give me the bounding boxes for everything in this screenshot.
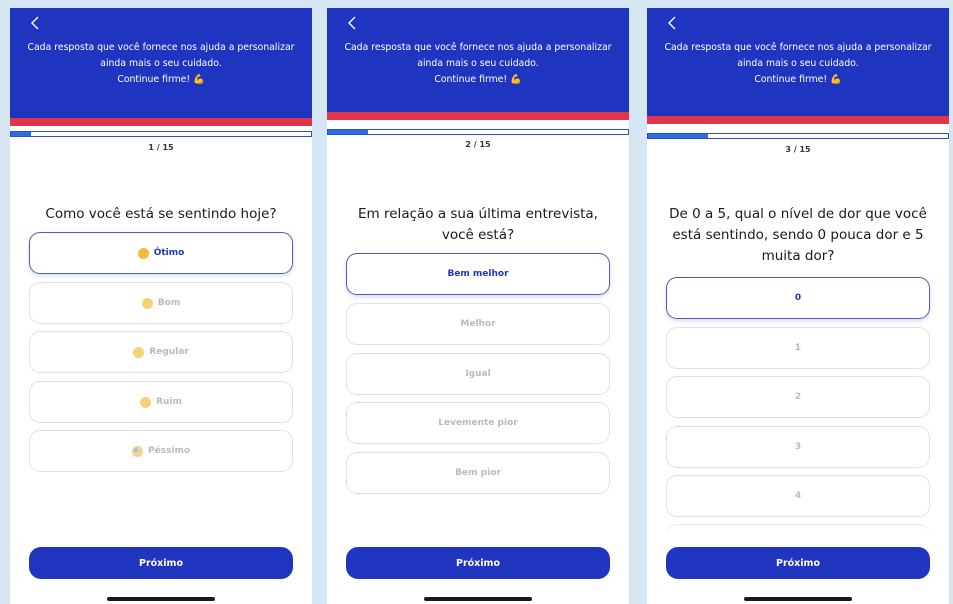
option-otimo[interactable]: Ótimo [29,232,293,274]
home-indicator [744,597,852,601]
progress-fill [11,132,31,136]
option-label: 0 [794,293,802,303]
step-counter: 1 / 15 [148,143,174,152]
option-label: Melhor [460,319,496,329]
screen-1: Cada resposta que você fornece nos ajuda… [10,8,312,604]
header: Cada resposta que você fornece nos ajuda… [327,8,629,112]
option-pessimo[interactable]: Péssimo [29,430,293,472]
header-line-3: Continue firme! 💪 [117,74,205,85]
option-label: 1 [794,343,802,353]
progress-bar [647,133,949,139]
next-button[interactable]: Próximo [29,547,293,579]
back-button[interactable] [24,12,46,34]
step-counter: 3 / 15 [785,145,811,154]
option-label: 3 [794,442,802,452]
back-button[interactable] [661,12,683,34]
option-4[interactable]: 4 [666,475,930,517]
header: Cada resposta que você fornece nos ajuda… [10,8,312,118]
option-label: Bom [157,298,181,308]
header-message: Cada resposta que você fornece nos ajuda… [327,40,629,88]
chevron-left-icon [668,16,676,30]
header-message: Cada resposta que você fornece nos ajuda… [10,40,312,88]
option-ruim[interactable]: Ruim [29,381,293,423]
option-label: Levemente pior [438,418,518,428]
progress-fill [648,134,708,138]
sad-emoji-icon [140,396,152,408]
progress-bar [10,131,312,137]
header-line-1: Cada resposta que você fornece nos ajuda… [27,42,295,53]
option-0[interactable]: 0 [666,277,930,319]
header-line-1: Cada resposta que você fornece nos ajuda… [664,42,932,53]
accent-stripe [327,112,629,120]
home-indicator [107,597,215,601]
header: Cada resposta que você fornece nos ajuda… [647,8,949,116]
question-text: De 0 a 5, qual o nível de dor que você e… [669,206,927,264]
grinning-emoji-icon [137,247,149,259]
neutral-emoji-icon [133,346,145,358]
header-line-1: Cada resposta que você fornece nos ajuda… [344,42,612,53]
option-label: 4 [794,491,802,501]
option-bem-pior[interactable]: Bem pior [346,452,610,494]
header-line-2: ainda mais o seu cuidado. [417,58,539,69]
option-label: Regular [149,347,189,357]
next-button[interactable]: Próximo [666,547,930,579]
chevron-left-icon [31,16,39,30]
chevron-left-icon [348,16,356,30]
option-label: Bem pior [455,468,501,478]
header-line-2: ainda mais o seu cuidado. [100,58,222,69]
screen-3: Cada resposta que você fornece nos ajuda… [647,8,949,604]
option-2[interactable]: 2 [666,376,930,418]
option-regular[interactable]: Regular [29,331,293,373]
screen-2: Cada resposta que você fornece nos ajuda… [327,8,629,604]
option-levemente-pior[interactable]: Levemente pior [346,402,610,444]
option-melhor[interactable]: Melhor [346,303,610,345]
option-bom[interactable]: Bom [29,282,293,324]
step-counter: 2 / 15 [465,140,491,149]
accent-stripe [647,116,949,124]
back-button[interactable] [341,12,363,34]
option-bem-melhor[interactable]: Bem melhor [346,253,610,295]
accent-stripe [10,118,312,126]
home-indicator [424,597,532,601]
option-igual[interactable]: Igual [346,353,610,395]
next-button[interactable]: Próximo [346,547,610,579]
option-1[interactable]: 1 [666,327,930,369]
option-label: Igual [465,369,491,379]
option-label: Bem melhor [447,269,509,279]
header-message: Cada resposta que você fornece nos ajuda… [647,40,949,88]
question-text: Como você está se sentindo hoje? [45,206,277,222]
option-label: Ótimo [153,248,185,258]
option-label: Ruim [156,397,182,407]
option-3[interactable]: 3 [666,426,930,468]
question-text: Em relação a sua última entrevista, você… [358,206,598,243]
scroll-fade [647,520,949,534]
smiling-emoji-icon [141,297,153,309]
header-line-3: Continue firme! 💪 [754,74,842,85]
option-label: 2 [794,392,802,402]
header-line-3: Continue firme! 💪 [434,74,522,85]
crying-emoji-icon [131,445,143,457]
progress-bar [327,129,629,135]
option-label: Péssimo [147,446,191,456]
header-line-2: ainda mais o seu cuidado. [737,58,859,69]
progress-fill [328,130,368,134]
